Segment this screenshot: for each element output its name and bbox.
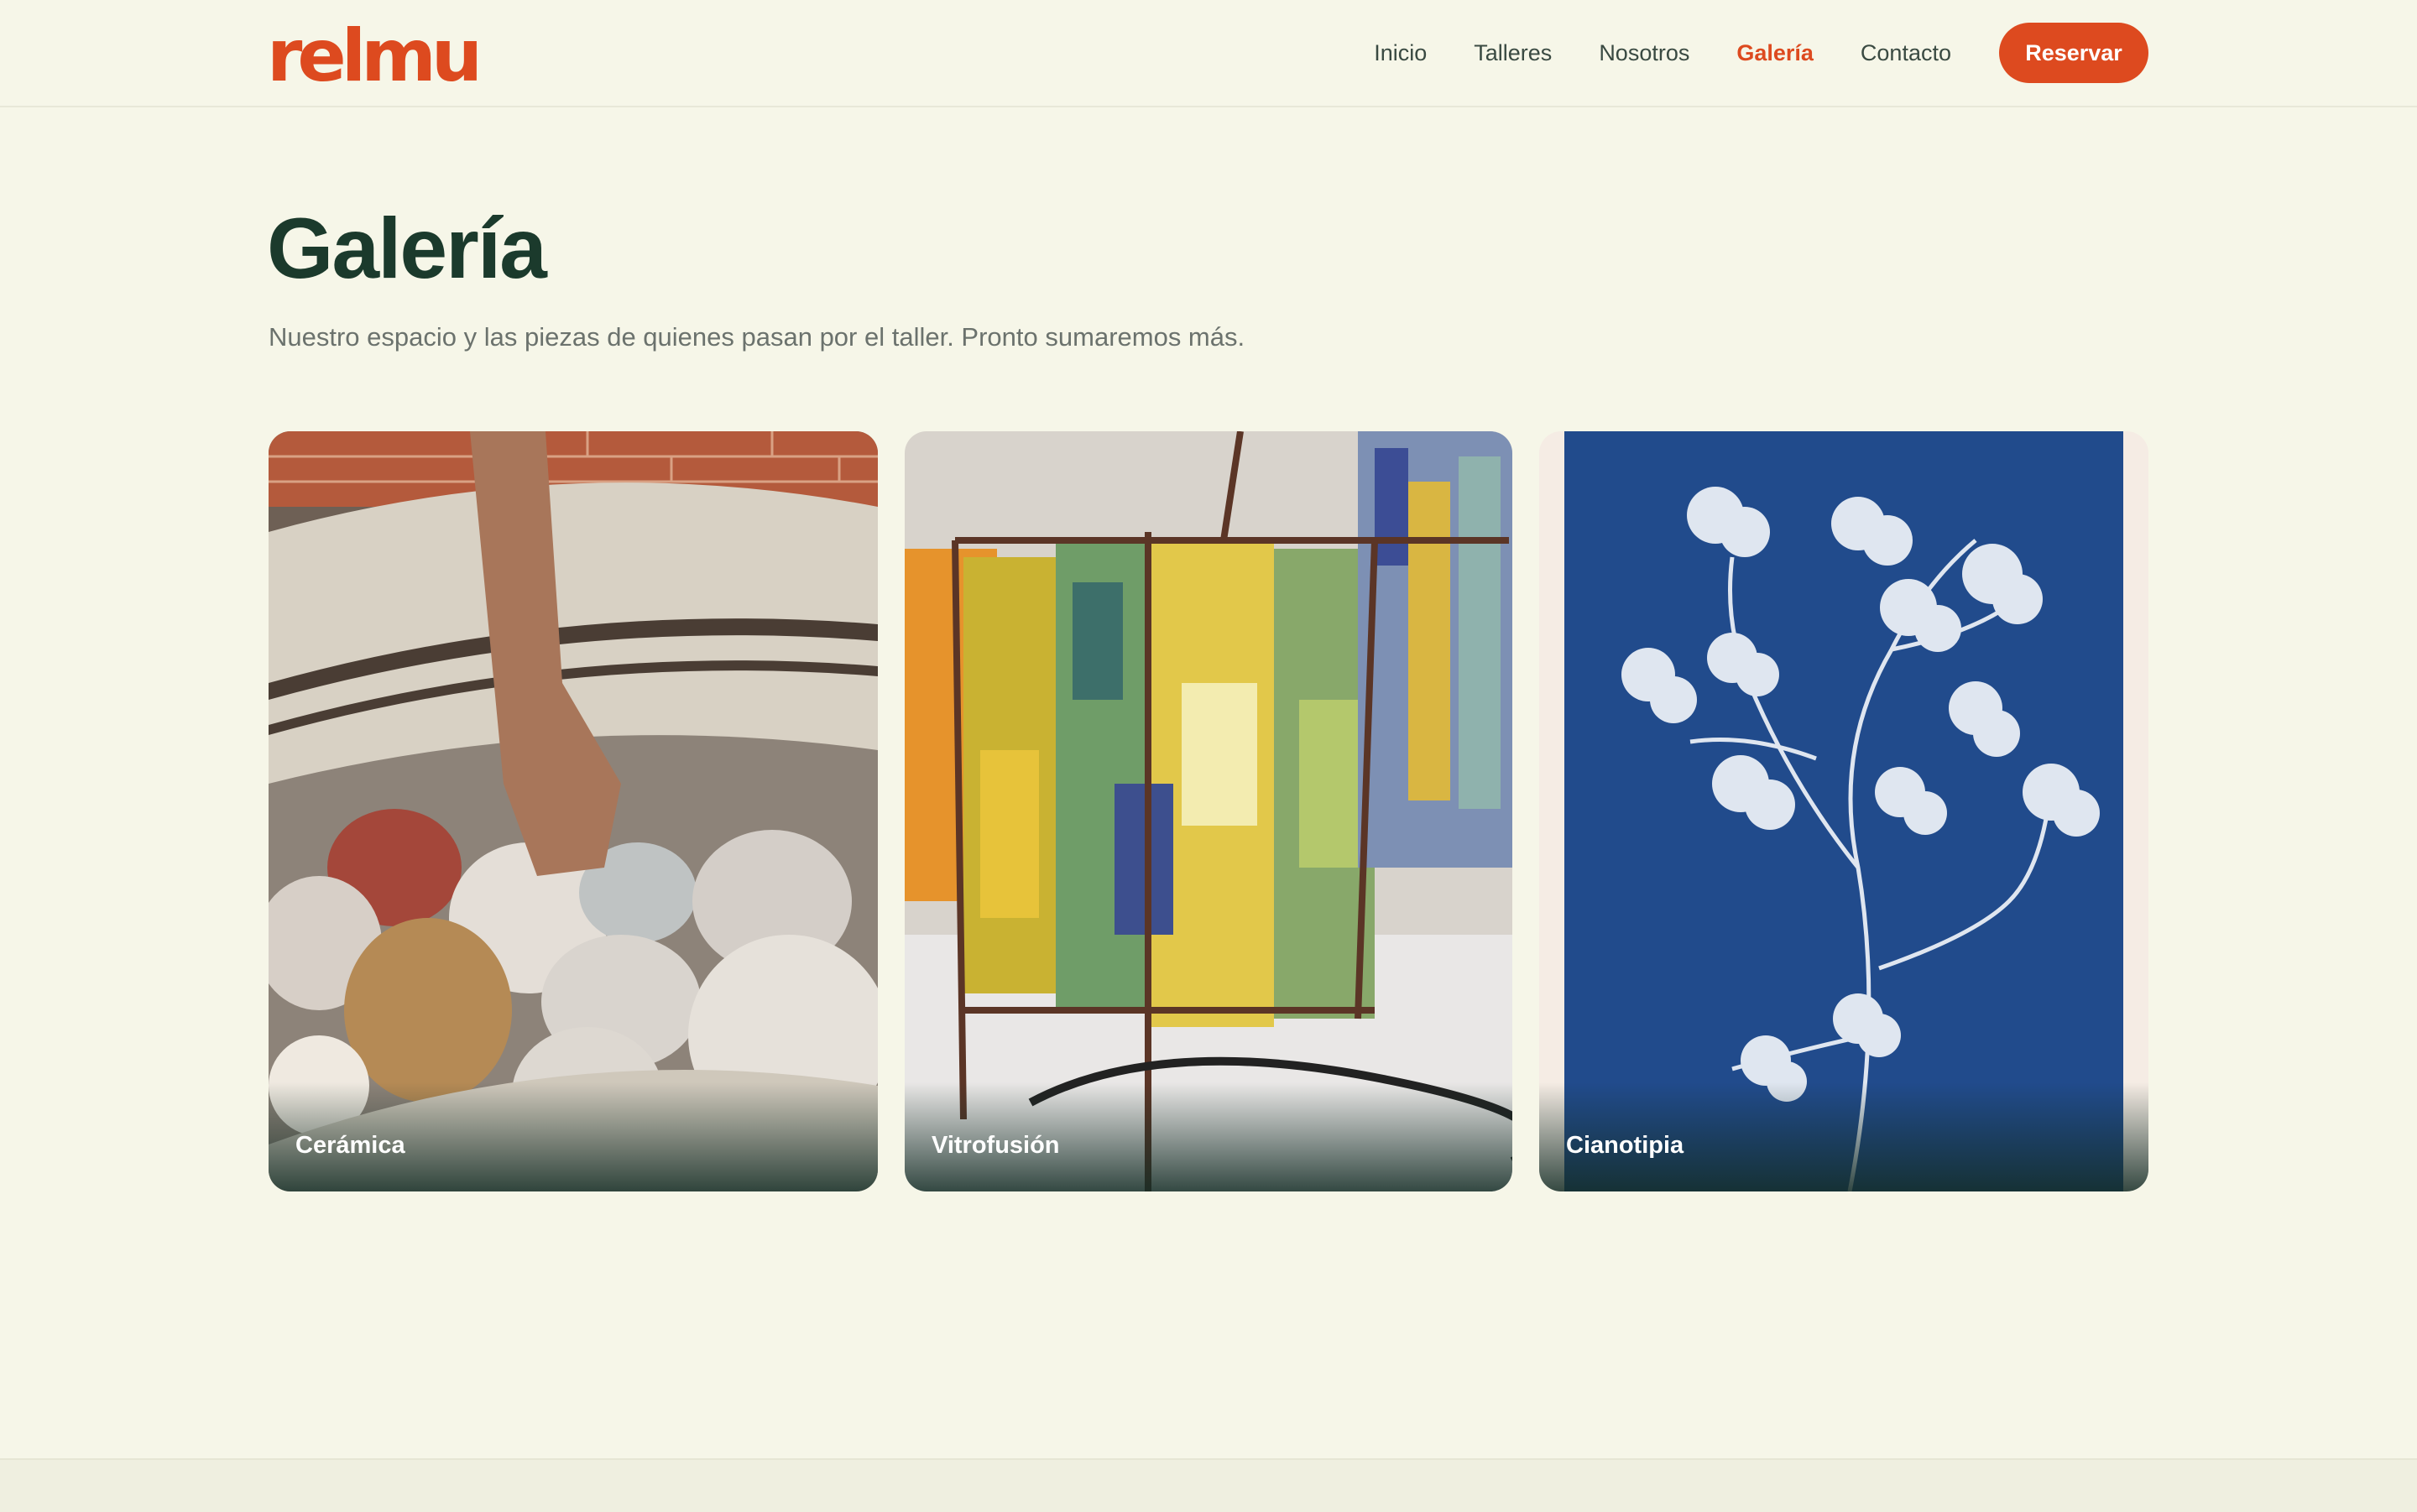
cyanotype-image — [1539, 431, 2148, 1191]
nav-link-galeria[interactable]: Galería — [1736, 41, 1814, 65]
main-nav: Inicio Talleres Nosotros Galería Contact… — [1327, 0, 2417, 106]
footer — [0, 1458, 2417, 1512]
gallery-caption: Cianotipia — [1566, 1132, 1684, 1159]
reservar-button[interactable]: Reservar — [1999, 23, 2148, 83]
fused-glass-image — [905, 431, 1512, 1191]
gallery-caption: Cerámica — [295, 1132, 405, 1159]
gallery-card-vitrofusion[interactable]: Vitrofusión — [905, 431, 1512, 1191]
nav-link-nosotros[interactable]: Nosotros — [1599, 41, 1689, 65]
page-title: Galería — [267, 201, 547, 296]
gallery-card-cianotipia[interactable]: Cianotipia — [1539, 431, 2148, 1191]
nav-link-contacto[interactable]: Contacto — [1861, 41, 1951, 65]
logo[interactable]: relmu — [267, 18, 483, 94]
nav-link-talleres[interactable]: Talleres — [1474, 41, 1552, 65]
site-header: relmu Inicio Talleres Nosotros Galería C… — [0, 0, 2417, 107]
nav-link-inicio[interactable]: Inicio — [1374, 41, 1427, 65]
gallery-caption: Vitrofusión — [932, 1132, 1060, 1159]
gallery-card-ceramica[interactable]: Cerámica — [269, 431, 878, 1191]
ceramic-mugs-image — [269, 431, 878, 1191]
page-subtitle: Nuestro espacio y las piezas de quienes … — [269, 322, 1245, 352]
